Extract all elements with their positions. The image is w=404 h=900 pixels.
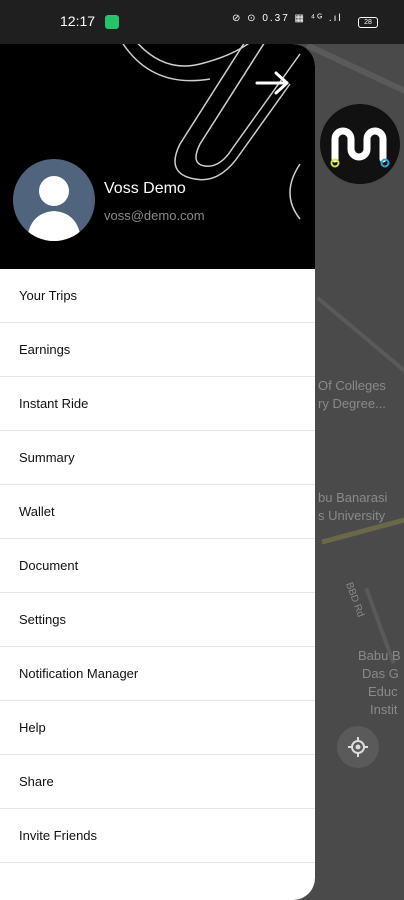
map-label: BBD Rd	[343, 580, 366, 619]
close-drawer-arrow-icon[interactable]	[255, 70, 291, 96]
app-notification-icon	[105, 15, 119, 29]
menu-item-label: Help	[19, 720, 46, 735]
user-email: voss@demo.com	[104, 208, 205, 223]
menu-item-label: Share	[19, 774, 54, 789]
menu-item-label: Earnings	[19, 342, 71, 357]
menu-item-summary[interactable]: Summary	[0, 431, 315, 485]
avatar[interactable]	[13, 159, 95, 241]
menu-item-your-trips[interactable]: Your Trips	[0, 269, 315, 323]
menu-item-wallet[interactable]: Wallet	[0, 485, 315, 539]
user-silhouette-icon	[27, 176, 81, 241]
status-bar: 12:17 ⊘ ⊙ 0.37 ▦ ⁴ᴳ .ıl 28	[0, 0, 404, 44]
crosshair-icon	[348, 737, 368, 757]
user-name: Voss Demo	[104, 180, 186, 197]
map-label: Das G	[362, 666, 399, 681]
menu-item-share[interactable]: Share	[0, 755, 315, 809]
menu-item-instant-ride[interactable]: Instant Ride	[0, 377, 315, 431]
menu-item-settings[interactable]: Settings	[0, 593, 315, 647]
menu-item-label: Wallet	[19, 504, 55, 519]
menu-item-label: Document	[19, 558, 79, 573]
menu-item-earnings[interactable]: Earnings	[0, 323, 315, 377]
menu-item-notification-manager[interactable]: Notification Manager	[0, 647, 315, 701]
drawer-header: Voss Demo voss@demo.com	[0, 44, 315, 269]
status-time: 12:17	[60, 13, 96, 29]
system-status-icons: ⊘ ⊙ 0.37 ▦ ⁴ᴳ .ıl	[232, 13, 343, 24]
menu-item-help[interactable]: Help	[0, 701, 315, 755]
navigation-drawer: Voss Demo voss@demo.com Your Trips Earni…	[0, 44, 315, 900]
menu-item-label: Instant Ride	[19, 396, 89, 411]
app-logo	[320, 104, 400, 184]
menu-item-document[interactable]: Document	[0, 539, 315, 593]
menu-item-label: Invite Friends	[19, 828, 98, 843]
menu-item-label: Notification Manager	[19, 666, 139, 681]
menu-item-label: Summary	[19, 450, 75, 465]
map-label: s University	[318, 508, 386, 523]
map-label: Babu B	[358, 648, 401, 663]
map-label: Of Colleges	[318, 378, 386, 393]
map-label: bu Banarasi	[318, 490, 388, 505]
battery-icon: 28	[358, 17, 378, 28]
map-label: ry Degree...	[318, 396, 386, 411]
map-label: Instit	[370, 702, 398, 717]
menu-item-label: Your Trips	[19, 288, 78, 303]
menu-item-label: Settings	[19, 612, 66, 627]
drawer-menu: Your Trips Earnings Instant Ride Summary…	[0, 269, 315, 863]
menu-item-invite-friends[interactable]: Invite Friends	[0, 809, 315, 863]
locate-me-button[interactable]	[337, 726, 379, 768]
map-label: Educ	[368, 684, 398, 699]
